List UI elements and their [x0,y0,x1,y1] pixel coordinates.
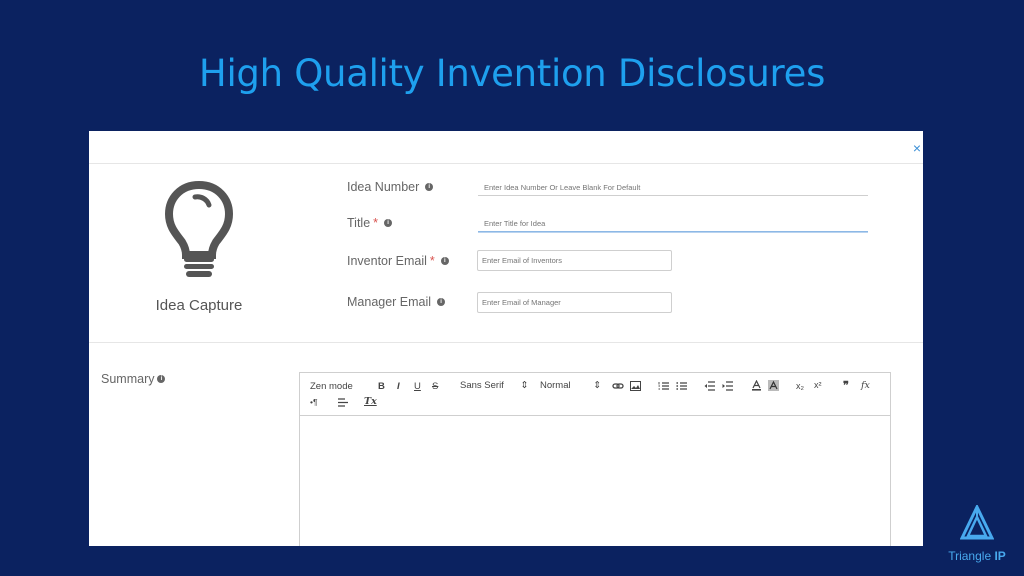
zen-mode-button[interactable]: Zen mode [310,381,353,392]
formula-button[interactable]: fx [861,380,870,391]
blockquote-button[interactable]: ❞ [843,379,849,392]
text-direction-button[interactable]: •¶ [310,397,318,407]
close-icon[interactable]: × [913,141,921,155]
info-icon[interactable]: i [425,183,434,191]
triangle-ip-logo: Triangle IP [940,505,1014,565]
editor-toolbar: Zen mode B I U S Sans Serif ⇕ Normal ⇕ x… [300,373,890,416]
lightbulb-icon [165,180,233,277]
clear-formatting-button[interactable]: Tx [364,396,377,407]
slide-title: High Quality Invention Disclosures [198,52,826,95]
background-color-icon[interactable] [768,380,779,391]
info-icon[interactable]: i [440,257,449,265]
manager-email-label: Manager Email i [347,295,446,309]
align-icon[interactable] [338,398,348,407]
idea-capture-caption: Idea Capture [155,297,243,314]
inventor-email-input[interactable] [477,250,672,271]
info-icon[interactable]: i [157,375,166,383]
idea-number-label: Idea Number i [347,180,434,194]
text-color-icon[interactable] [751,380,762,391]
info-icon[interactable]: i [437,298,446,306]
italic-button[interactable]: I [397,381,400,392]
title-label: Title * i [347,216,393,230]
inventor-email-label: Inventor Email * i [347,254,449,268]
select-arrows-icon: ⇕ [593,380,602,391]
font-size-select[interactable]: Normal ⇕ [540,380,601,391]
title-input[interactable] [478,216,868,232]
summary-text-area[interactable] [300,416,890,546]
panel-header-bar: × [89,131,923,164]
idea-number-input[interactable] [478,180,868,196]
summary-label: Summary i [101,372,166,386]
superscript-button[interactable]: x² [814,380,822,390]
image-icon[interactable] [630,381,641,391]
link-icon[interactable] [612,381,624,391]
bold-button[interactable]: B [378,381,385,392]
summary-editor: Zen mode B I U S Sans Serif ⇕ Normal ⇕ x… [299,372,891,546]
font-family-select[interactable]: Sans Serif ⇕ [460,380,528,391]
section-divider [89,342,923,343]
info-icon[interactable]: i [384,219,393,227]
outdent-icon[interactable] [704,381,715,391]
manager-email-input[interactable] [477,292,672,313]
strikethrough-button[interactable]: S [432,381,438,392]
underline-button[interactable]: U [414,381,421,392]
logo-text: Triangle IP [948,549,1006,563]
idea-form-panel: × Idea Capture Idea Number i Title* i In… [89,131,923,546]
indent-icon[interactable] [722,381,733,391]
bullet-list-icon[interactable] [676,381,687,391]
select-arrows-icon: ⇕ [520,380,529,391]
subscript-button[interactable]: x₂ [796,381,804,391]
triangle-logo-icon [960,505,994,540]
ordered-list-icon[interactable] [658,381,669,391]
